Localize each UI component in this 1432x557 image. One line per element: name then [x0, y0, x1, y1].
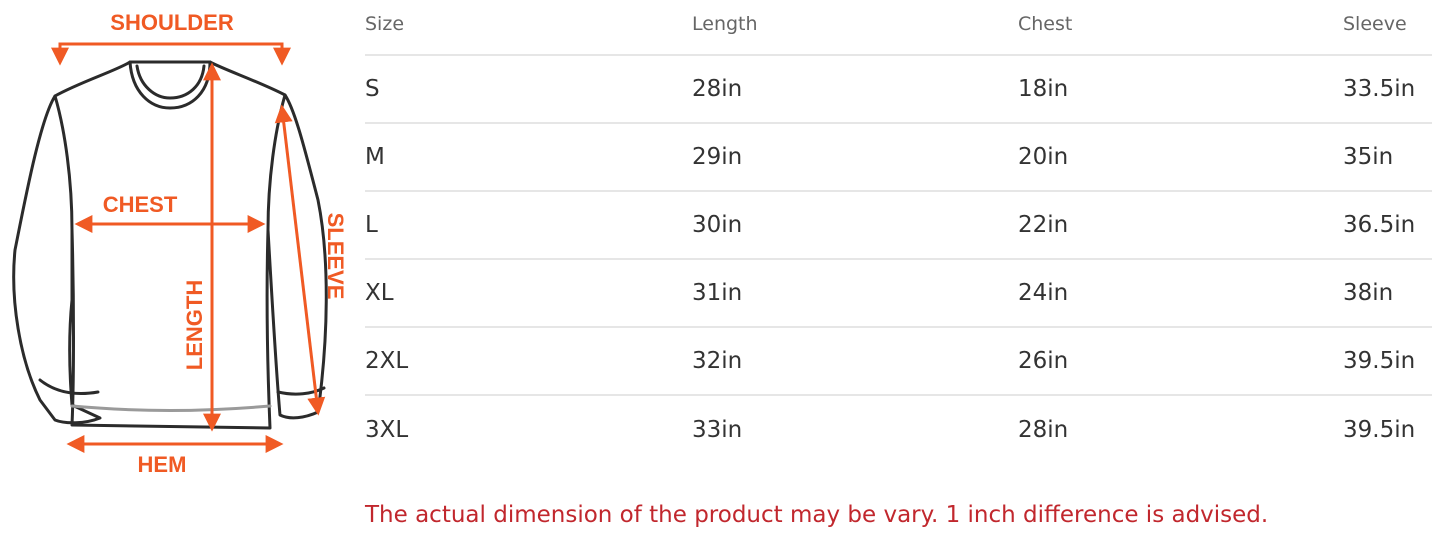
- sleeve-cell: 39.5in: [1343, 417, 1416, 443]
- size-disclaimer-note: The actual dimension of the product may …: [365, 502, 1269, 528]
- table-row: XL 31in 24in 38in: [365, 260, 1432, 328]
- sleeve-cell: 33.5in: [1343, 76, 1416, 102]
- chest-label: CHEST: [103, 192, 178, 217]
- sleeve-cell: 38in: [1343, 280, 1394, 306]
- sleeve-arrow: [274, 104, 326, 416]
- chest-cell: 20in: [1018, 144, 1069, 170]
- hem-label: HEM: [138, 452, 187, 477]
- chest-cell: 24in: [1018, 280, 1069, 306]
- shoulder-label: SHOULDER: [110, 10, 234, 35]
- table-row: 3XL 33in 28in 39.5in: [365, 396, 1432, 464]
- length-cell: 29in: [692, 144, 743, 170]
- length-label: LENGTH: [182, 280, 207, 370]
- sleeve-cell: 39.5in: [1343, 348, 1416, 374]
- table-header-row: Size Length Chest Sleeve: [365, 0, 1432, 56]
- table-row: L 30in 22in 36.5in: [365, 192, 1432, 260]
- table-row: S 28in 18in 33.5in: [365, 56, 1432, 124]
- header-chest: Chest: [1018, 13, 1073, 35]
- sweatshirt-diagram: SHOULDER CHEST LENGTH SLEEVE HEM: [0, 0, 360, 490]
- size-cell: S: [365, 76, 380, 102]
- table-row: 2XL 32in 26in 39.5in: [365, 328, 1432, 396]
- length-cell: 28in: [692, 76, 743, 102]
- size-chart-table: Size Length Chest Sleeve S 28in 18in 33.…: [365, 0, 1432, 464]
- table-row: M 29in 20in 35in: [365, 124, 1432, 192]
- header-size: Size: [365, 13, 405, 35]
- header-sleeve: Sleeve: [1343, 13, 1407, 35]
- header-length: Length: [692, 13, 758, 35]
- chest-cell: 22in: [1018, 212, 1069, 238]
- size-cell: L: [365, 212, 378, 238]
- size-cell: 3XL: [365, 417, 409, 443]
- sweatshirt-icon: [12, 60, 328, 430]
- chest-cell: 26in: [1018, 348, 1069, 374]
- shoulder-arrow: [51, 42, 291, 66]
- sleeve-cell: 36.5in: [1343, 212, 1416, 238]
- size-cell: 2XL: [365, 348, 409, 374]
- chest-cell: 28in: [1018, 417, 1069, 443]
- length-cell: 31in: [692, 280, 743, 306]
- sleeve-label: SLEEVE: [323, 213, 348, 300]
- length-cell: 30in: [692, 212, 743, 238]
- size-cell: M: [365, 144, 385, 170]
- length-cell: 33in: [692, 417, 743, 443]
- sleeve-cell: 35in: [1343, 144, 1394, 170]
- length-cell: 32in: [692, 348, 743, 374]
- size-cell: XL: [365, 280, 394, 306]
- chest-cell: 18in: [1018, 76, 1069, 102]
